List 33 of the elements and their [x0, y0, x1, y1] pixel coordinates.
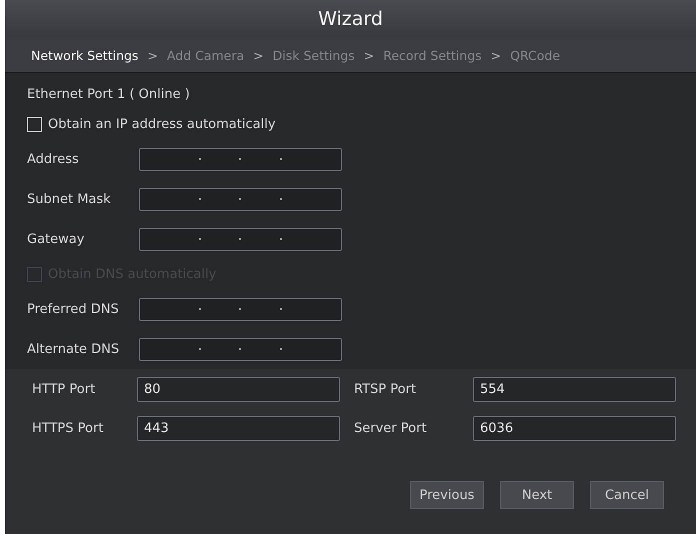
- field-label: Preferred DNS: [27, 302, 120, 316]
- port-field[interactable]: 80: [137, 377, 340, 402]
- port-field[interactable]: 443: [137, 416, 340, 441]
- step-separator: >: [490, 48, 502, 62]
- wizard-step[interactable]: Disk Settings: [272, 48, 355, 62]
- section-title: Ethernet Port 1 ( Online ): [27, 87, 190, 102]
- port-field[interactable]: 554: [473, 377, 676, 402]
- wizard-step[interactable]: Add Camera: [166, 48, 244, 62]
- step-separator: >: [253, 48, 264, 62]
- field-label: Gateway: [27, 232, 86, 246]
- wizard-button[interactable]: Cancel: [590, 481, 664, 509]
- ip-address-field[interactable]: [139, 228, 342, 250]
- field-label: Alternate DNS: [27, 342, 120, 356]
- ip-address-field[interactable]: [139, 298, 342, 320]
- port-field[interactable]: 6036: [473, 416, 676, 441]
- checkbox-label: Obtain an IP address automatically: [48, 116, 276, 132]
- ip-address-field[interactable]: [139, 148, 342, 170]
- ip-address-field[interactable]: [139, 338, 342, 360]
- wizard-button[interactable]: Next: [500, 481, 574, 509]
- port-label: RTSP Port: [353, 382, 418, 397]
- port-label: HTTPS Port: [32, 421, 104, 436]
- wizard-step[interactable]: Network Settings: [31, 48, 138, 62]
- field-label: Subnet Mask: [27, 192, 112, 206]
- wizard-step[interactable]: QRCode: [510, 48, 560, 62]
- wizard-button[interactable]: Previous: [410, 481, 484, 509]
- window-title: Wizard: [5, 0, 696, 38]
- port-label: HTTP Port: [32, 382, 96, 397]
- ip-address-field[interactable]: [139, 188, 342, 210]
- wizard-step[interactable]: Record Settings: [383, 48, 482, 62]
- port-label: Server Port: [353, 421, 428, 436]
- field-label: Address: [27, 152, 80, 166]
- step-separator: >: [364, 48, 374, 62]
- step-separator: >: [147, 48, 158, 62]
